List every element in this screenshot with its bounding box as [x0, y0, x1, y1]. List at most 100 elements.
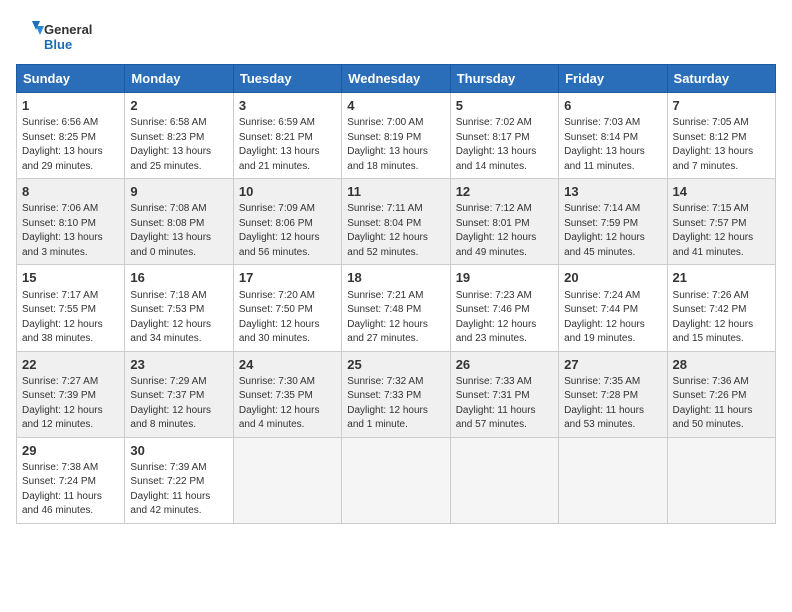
calendar-day-cell [559, 437, 667, 523]
calendar-day-cell: 30Sunrise: 7:39 AMSunset: 7:22 PMDayligh… [125, 437, 233, 523]
calendar-day-cell [342, 437, 450, 523]
day-number: 13 [564, 183, 661, 201]
calendar-week-row: 22Sunrise: 7:27 AMSunset: 7:39 PMDayligh… [17, 351, 776, 437]
calendar-header-row: SundayMondayTuesdayWednesdayThursdayFrid… [17, 65, 776, 93]
calendar-day-cell: 6Sunrise: 7:03 AMSunset: 8:14 PMDaylight… [559, 93, 667, 179]
day-detail: Sunrise: 7:36 AMSunset: 7:26 PMDaylight:… [673, 375, 770, 433]
calendar-day-cell: 29Sunrise: 7:38 AMSunset: 7:24 PMDayligh… [17, 437, 125, 523]
calendar-day-cell: 25Sunrise: 7:32 AMSunset: 7:33 PMDayligh… [342, 351, 450, 437]
calendar-day-cell: 27Sunrise: 7:35 AMSunset: 7:28 PMDayligh… [559, 351, 667, 437]
day-detail: Sunrise: 7:20 AMSunset: 7:50 PMDaylight:… [239, 289, 336, 347]
day-number: 1 [22, 97, 119, 115]
calendar-table: SundayMondayTuesdayWednesdayThursdayFrid… [16, 64, 776, 524]
calendar-day-cell: 21 Sunrise: 7:26 AMSunset: 7:42 PMDayligh… [667, 265, 775, 351]
day-number: 21 [673, 269, 770, 287]
calendar-day-cell: 10Sunrise: 7:09 AMSunset: 8:06 PMDayligh… [233, 179, 341, 265]
day-detail: Sunrise: 7:02 AMSunset: 8:17 PMDaylight:… [456, 116, 553, 174]
day-detail: Sunrise: 7:05 AMSunset: 8:12 PMDaylight:… [673, 116, 770, 174]
column-header-friday: Friday [559, 65, 667, 93]
logo: General Blue [16, 16, 96, 56]
day-detail: Sunrise: 7:32 AMSunset: 7:33 PMDaylight:… [347, 375, 444, 433]
day-number: 8 [22, 183, 119, 201]
column-header-saturday: Saturday [667, 65, 775, 93]
day-detail: Sunrise: 7:21 AMSunset: 7:48 PMDaylight:… [347, 289, 444, 347]
day-detail: Sunrise: 7:33 AMSunset: 7:31 PMDaylight:… [456, 375, 553, 433]
day-detail: Sunrise: 7:29 AMSunset: 7:37 PMDaylight:… [130, 375, 227, 433]
day-number: 14 [673, 183, 770, 201]
calendar-day-cell: 11Sunrise: 7:11 AMSunset: 8:04 PMDayligh… [342, 179, 450, 265]
day-detail: Sunrise: 6:59 AMSunset: 8:21 PMDaylight:… [239, 116, 336, 174]
day-number: 15 [22, 269, 119, 287]
day-number: 17 [239, 269, 336, 287]
column-header-sunday: Sunday [17, 65, 125, 93]
day-detail: Sunrise: 7:23 AMSunset: 7:46 PMDaylight:… [456, 289, 553, 347]
day-detail: Sunrise: 6:58 AMSunset: 8:23 PMDaylight:… [130, 116, 227, 174]
calendar-day-cell [450, 437, 558, 523]
day-detail: Sunrise: 7:30 AMSunset: 7:35 PMDaylight:… [239, 375, 336, 433]
day-number: 29 [22, 442, 119, 460]
day-number: 6 [564, 97, 661, 115]
day-number: 7 [673, 97, 770, 115]
calendar-day-cell: 16 Sunrise: 7:18 AMSunset: 7:53 PMDayligh… [125, 265, 233, 351]
day-number: 19 [456, 269, 553, 287]
calendar-day-cell: 9Sunrise: 7:08 AMSunset: 8:08 PMDaylight… [125, 179, 233, 265]
day-detail: Sunrise: 7:38 AMSunset: 7:24 PMDaylight:… [22, 461, 119, 519]
calendar-week-row: 8Sunrise: 7:06 AMSunset: 8:10 PMDaylight… [17, 179, 776, 265]
day-number: 30 [130, 442, 227, 460]
day-detail: Sunrise: 7:35 AMSunset: 7:28 PMDaylight:… [564, 375, 661, 433]
day-number: 27 [564, 356, 661, 374]
day-detail: Sunrise: 6:56 AMSunset: 8:25 PMDaylight:… [22, 116, 119, 174]
svg-text:Blue: Blue [44, 37, 72, 52]
day-detail: Sunrise: 7:00 AMSunset: 8:19 PMDaylight:… [347, 116, 444, 174]
day-number: 16 [130, 269, 227, 287]
calendar-day-cell: 24Sunrise: 7:30 AMSunset: 7:35 PMDayligh… [233, 351, 341, 437]
column-header-thursday: Thursday [450, 65, 558, 93]
day-number: 12 [456, 183, 553, 201]
calendar-day-cell: 5Sunrise: 7:02 AMSunset: 8:17 PMDaylight… [450, 93, 558, 179]
day-detail: Sunrise: 7:08 AMSunset: 8:08 PMDaylight:… [130, 202, 227, 260]
svg-text:General: General [44, 22, 92, 37]
day-number: 28 [673, 356, 770, 374]
day-detail: Sunrise: 7:24 AMSunset: 7:44 PMDaylight:… [564, 289, 661, 347]
day-detail: Sunrise: 7:17 AMSunset: 7:55 PMDaylight:… [22, 289, 119, 347]
day-number: 11 [347, 183, 444, 201]
calendar-day-cell: 8Sunrise: 7:06 AMSunset: 8:10 PMDaylight… [17, 179, 125, 265]
day-detail: Sunrise: 7:14 AMSunset: 7:59 PMDaylight:… [564, 202, 661, 260]
day-detail: Sunrise: 7:15 AMSunset: 7:57 PMDaylight:… [673, 202, 770, 260]
calendar-day-cell: 12Sunrise: 7:12 AMSunset: 8:01 PMDayligh… [450, 179, 558, 265]
calendar-day-cell: 13Sunrise: 7:14 AMSunset: 7:59 PMDayligh… [559, 179, 667, 265]
page-header: General Blue [16, 16, 776, 56]
calendar-day-cell: 4Sunrise: 7:00 AMSunset: 8:19 PMDaylight… [342, 93, 450, 179]
day-detail: Sunrise: 7:27 AMSunset: 7:39 PMDaylight:… [22, 375, 119, 433]
calendar-day-cell: 3Sunrise: 6:59 AMSunset: 8:21 PMDaylight… [233, 93, 341, 179]
calendar-week-row: 15 Sunrise: 7:17 AMSunset: 7:55 PMDayligh… [17, 265, 776, 351]
day-detail: Sunrise: 7:11 AMSunset: 8:04 PMDaylight:… [347, 202, 444, 260]
calendar-day-cell: 26Sunrise: 7:33 AMSunset: 7:31 PMDayligh… [450, 351, 558, 437]
day-number: 9 [130, 183, 227, 201]
day-detail: Sunrise: 7:26 AMSunset: 7:42 PMDaylight:… [673, 289, 770, 347]
calendar-week-row: 1Sunrise: 6:56 AMSunset: 8:25 PMDaylight… [17, 93, 776, 179]
day-detail: Sunrise: 7:12 AMSunset: 8:01 PMDaylight:… [456, 202, 553, 260]
day-number: 2 [130, 97, 227, 115]
calendar-day-cell: 1Sunrise: 6:56 AMSunset: 8:25 PMDaylight… [17, 93, 125, 179]
day-number: 24 [239, 356, 336, 374]
calendar-day-cell: 28Sunrise: 7:36 AMSunset: 7:26 PMDayligh… [667, 351, 775, 437]
day-number: 4 [347, 97, 444, 115]
day-detail: Sunrise: 7:03 AMSunset: 8:14 PMDaylight:… [564, 116, 661, 174]
calendar-day-cell: 14Sunrise: 7:15 AMSunset: 7:57 PMDayligh… [667, 179, 775, 265]
calendar-day-cell: 22Sunrise: 7:27 AMSunset: 7:39 PMDayligh… [17, 351, 125, 437]
column-header-monday: Monday [125, 65, 233, 93]
day-number: 23 [130, 356, 227, 374]
calendar-week-row: 29Sunrise: 7:38 AMSunset: 7:24 PMDayligh… [17, 437, 776, 523]
day-number: 3 [239, 97, 336, 115]
calendar-day-cell: 23Sunrise: 7:29 AMSunset: 7:37 PMDayligh… [125, 351, 233, 437]
day-number: 20 [564, 269, 661, 287]
calendar-day-cell: 15 Sunrise: 7:17 AMSunset: 7:55 PMDayligh… [17, 265, 125, 351]
calendar-day-cell: 17 Sunrise: 7:20 AMSunset: 7:50 PMDayligh… [233, 265, 341, 351]
column-header-tuesday: Tuesday [233, 65, 341, 93]
day-number: 18 [347, 269, 444, 287]
day-detail: Sunrise: 7:06 AMSunset: 8:10 PMDaylight:… [22, 202, 119, 260]
day-number: 22 [22, 356, 119, 374]
day-detail: Sunrise: 7:18 AMSunset: 7:53 PMDaylight:… [130, 289, 227, 347]
calendar-day-cell [233, 437, 341, 523]
